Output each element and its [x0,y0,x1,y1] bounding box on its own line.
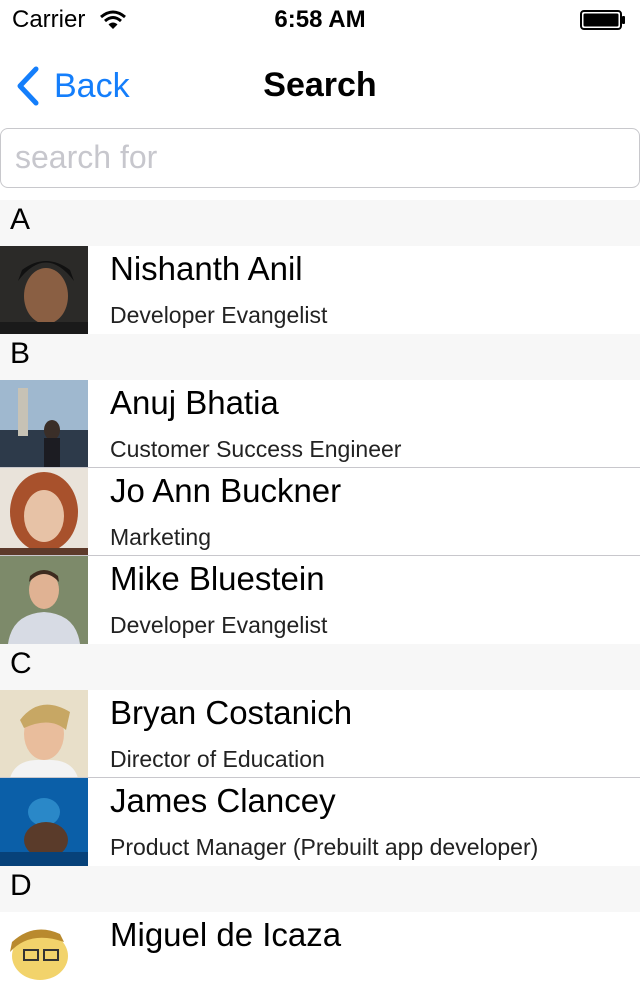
battery-icon [580,10,625,30]
list-item[interactable]: Anuj Bhatia Customer Success Engineer [0,380,640,468]
contact-name: Nishanth Anil [110,250,303,287]
section-header-b: B [0,334,640,380]
list-item[interactable]: James Clancey Product Manager (Prebuilt … [0,778,640,866]
contact-title: Developer Evangelist [110,302,328,328]
avatar [0,556,88,644]
contact-title: Director of Education [110,746,325,772]
section-header-c: C [0,644,640,690]
contact-title: Customer Success Engineer [110,436,402,462]
status-time: 6:58 AM [274,6,366,33]
contact-name: Mike Bluestein [110,560,325,597]
avatar [0,246,88,334]
list-item[interactable]: Jo Ann Buckner Marketing [0,468,640,556]
avatar [0,690,88,778]
navigation-bar: Back Search [0,40,640,128]
avatar [0,468,88,556]
search-bar [0,128,640,188]
section-header-d: D [0,866,640,912]
status-bar: Carrier 6:58 AM [0,0,640,40]
list-item[interactable]: Bryan Costanich Director of Education [0,690,640,778]
avatar [0,912,88,1000]
page-title: Search [263,66,377,104]
contact-name: Miguel de Icaza [110,916,342,953]
avatar [0,778,88,866]
section-header-a: A [0,200,640,246]
avatar [0,380,88,468]
contacts-list: A Nishanth Anil Developer Evangelist B A… [0,200,640,1000]
contact-title: Developer Evangelist [110,612,328,638]
contact-name: Bryan Costanich [110,694,353,731]
list-item[interactable]: Nishanth Anil Developer Evangelist [0,246,640,334]
search-input[interactable] [1,129,615,185]
contact-title: Marketing [110,524,211,550]
contact-name: James Clancey [110,782,336,819]
contact-name: Jo Ann Buckner [110,472,342,509]
list-item[interactable]: Mike Bluestein Developer Evangelist [0,556,640,644]
contact-title: Product Manager (Prebuilt app developer) [110,834,539,860]
list-item[interactable]: Miguel de Icaza [0,912,640,1000]
contact-name: Anuj Bhatia [110,384,279,421]
